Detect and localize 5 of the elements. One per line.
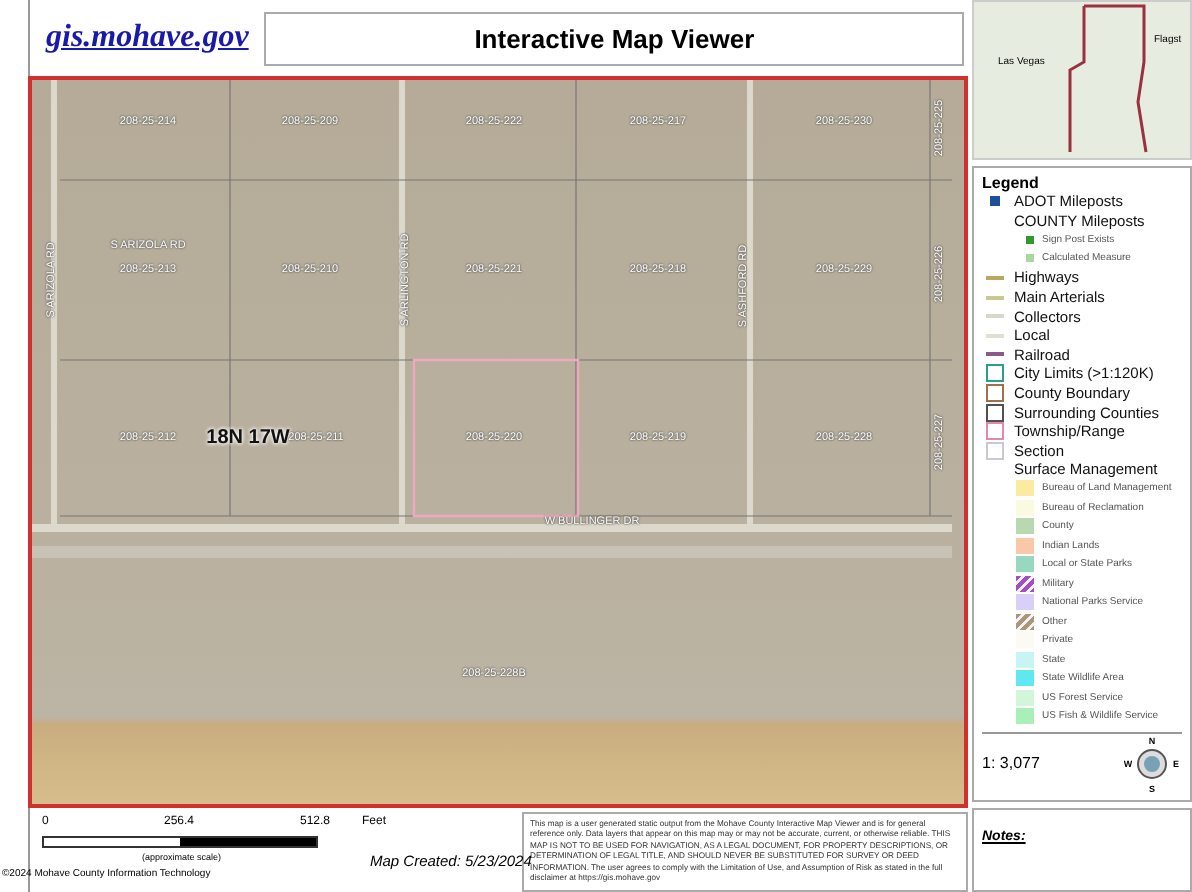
map-scale: 1: 3,077 — [982, 754, 1040, 773]
site-link[interactable]: gis.mohave.gov — [46, 20, 249, 56]
legend-title: Legend — [982, 174, 1041, 192]
township-label: 18N 17W — [206, 427, 290, 449]
page-title: Interactive Map Viewer — [264, 11, 964, 65]
